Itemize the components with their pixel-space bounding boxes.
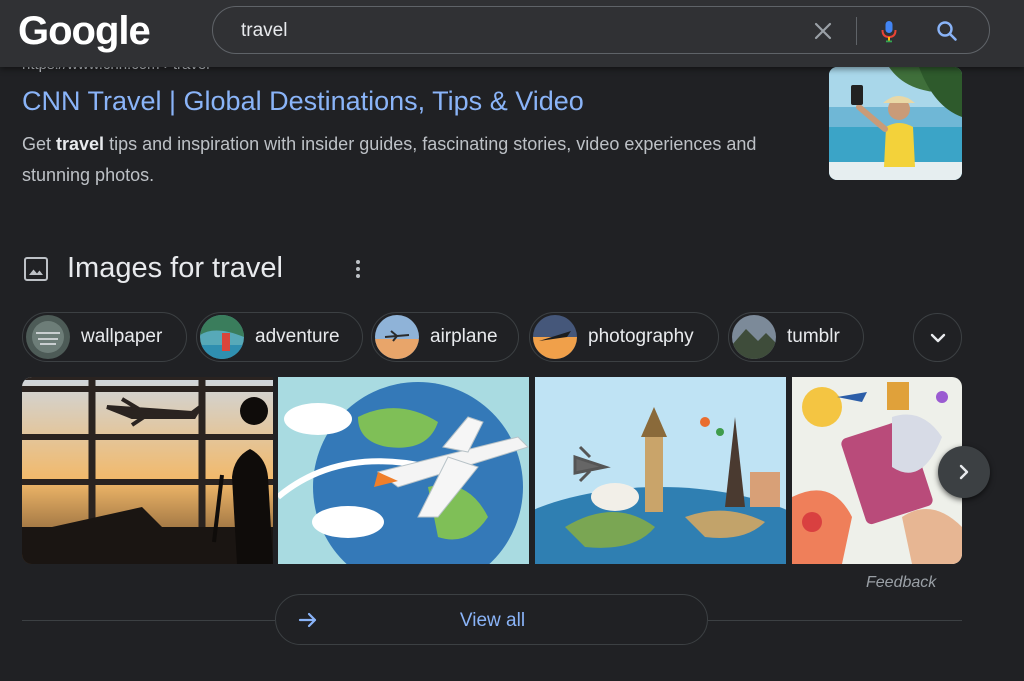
chip-label: tumblr bbox=[787, 326, 840, 347]
snippet-highlight: travel bbox=[56, 134, 105, 154]
more-vert-icon bbox=[356, 260, 360, 278]
google-logo[interactable]: Google bbox=[18, 9, 151, 54]
expand-chips-button[interactable] bbox=[913, 313, 962, 362]
more-options-button[interactable] bbox=[346, 256, 370, 282]
chip-thumbnail bbox=[732, 315, 776, 359]
chip-airplane[interactable]: airplane bbox=[371, 312, 519, 362]
search-input[interactable] bbox=[241, 18, 781, 44]
view-all-label: View all bbox=[459, 610, 526, 631]
search-box[interactable] bbox=[212, 6, 990, 54]
chip-tumblr[interactable]: tumblr bbox=[728, 312, 864, 362]
chip-label: airplane bbox=[430, 326, 498, 347]
close-icon bbox=[814, 22, 832, 40]
chip-adventure[interactable]: adventure bbox=[196, 312, 363, 362]
chip-thumbnail bbox=[200, 315, 244, 359]
feedback-link[interactable]: Feedback bbox=[866, 574, 936, 592]
snippet-text: Get bbox=[22, 134, 57, 154]
result-snippet: Get travel tips and inspiration with ins… bbox=[22, 129, 812, 191]
chip-thumbnail bbox=[375, 315, 419, 359]
chevron-down-icon bbox=[930, 333, 945, 342]
images-section-title: Images for travel bbox=[67, 252, 283, 284]
search-icon bbox=[937, 21, 957, 41]
chip-thumbnail bbox=[533, 315, 577, 359]
chip-photography[interactable]: photography bbox=[529, 312, 719, 362]
search-button[interactable] bbox=[933, 17, 961, 45]
snippet-text: tips and inspiration with insider guides… bbox=[22, 134, 757, 185]
result-thumbnail[interactable] bbox=[829, 67, 962, 180]
chip-label: wallpaper bbox=[81, 326, 163, 347]
search-divider bbox=[856, 17, 857, 45]
image-tile-world-landmarks[interactable] bbox=[535, 377, 786, 564]
clear-search-button[interactable] bbox=[809, 17, 837, 45]
chevron-right-icon bbox=[959, 464, 969, 480]
next-images-button[interactable] bbox=[938, 446, 990, 498]
image-tile-airport[interactable] bbox=[22, 377, 273, 564]
chip-label: adventure bbox=[255, 326, 340, 347]
image-icon bbox=[23, 256, 49, 282]
result-title-link[interactable]: CNN Travel | Global Destinations, Tips &… bbox=[22, 86, 584, 117]
view-all-button[interactable]: View all bbox=[275, 594, 708, 645]
chip-label: photography bbox=[588, 326, 694, 347]
divider bbox=[708, 620, 962, 621]
image-tile-collage[interactable] bbox=[792, 377, 962, 564]
voice-search-button[interactable] bbox=[875, 17, 903, 45]
chip-wallpaper[interactable]: wallpaper bbox=[22, 312, 187, 362]
image-tile-globe-plane[interactable] bbox=[278, 377, 529, 564]
header: Google bbox=[0, 0, 1024, 67]
divider bbox=[22, 620, 275, 621]
chip-thumbnail bbox=[26, 315, 70, 359]
mic-icon bbox=[881, 21, 897, 43]
